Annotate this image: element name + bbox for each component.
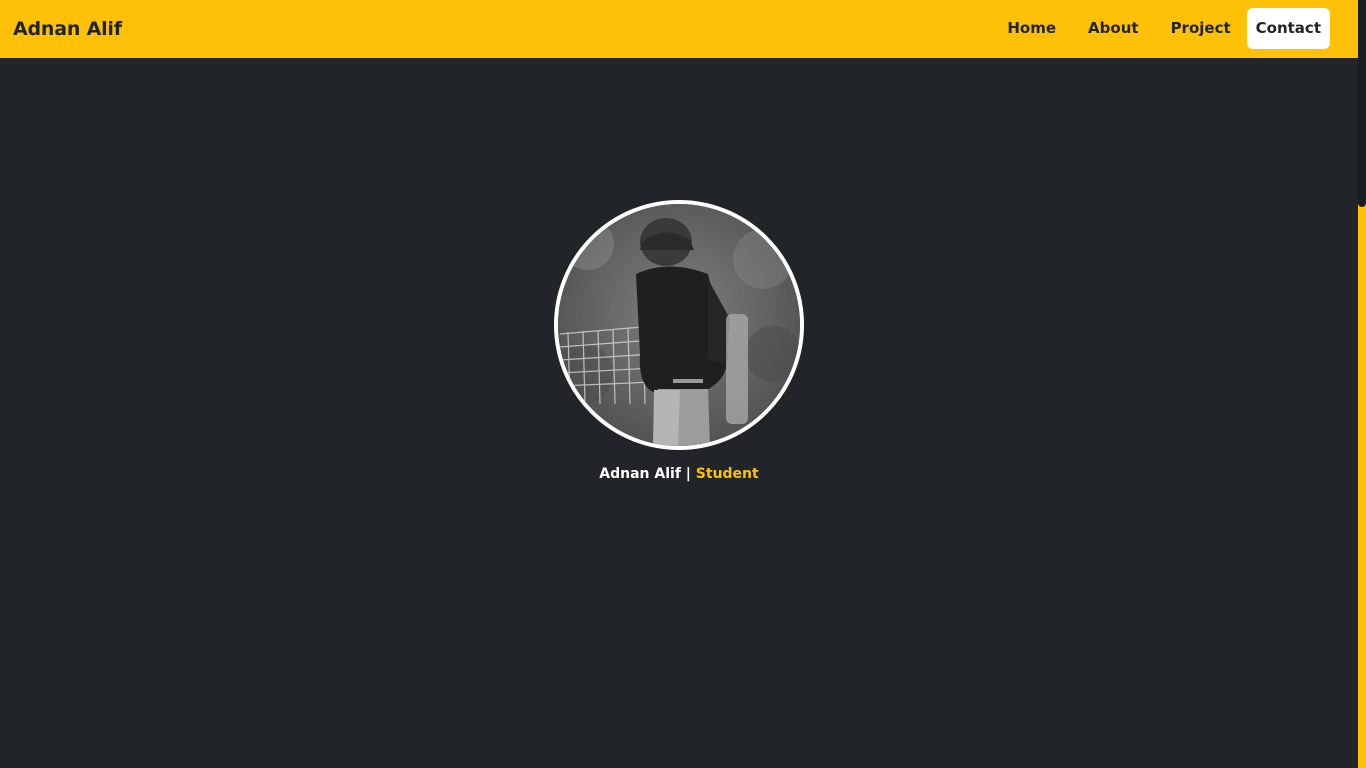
profile-photo-icon bbox=[558, 204, 800, 446]
nav-link-about[interactable]: About bbox=[1072, 8, 1155, 49]
navbar: Adnan Alif Home About Project Contact bbox=[0, 0, 1358, 58]
nav-link-project[interactable]: Project bbox=[1155, 8, 1247, 49]
hero-caption: Adnan Alif | Student bbox=[0, 464, 1358, 484]
hero-section: Adnan Alif | Student bbox=[0, 58, 1358, 768]
hero-separator: | bbox=[685, 466, 691, 482]
scrollbar[interactable] bbox=[1358, 0, 1366, 768]
nav-link-contact[interactable]: Contact bbox=[1246, 8, 1330, 49]
nav-link-home[interactable]: Home bbox=[991, 8, 1072, 49]
brand-link[interactable]: Adnan Alif bbox=[13, 16, 122, 42]
scrollbar-thumb[interactable] bbox=[1358, 0, 1366, 207]
hero-role: Student bbox=[695, 466, 759, 482]
nav-links: Home About Project Contact bbox=[991, 8, 1330, 49]
avatar bbox=[554, 200, 804, 450]
hero-name: Adnan Alif bbox=[599, 466, 681, 482]
page: Adnan Alif Home About Project Contact Ad… bbox=[0, 0, 1366, 768]
